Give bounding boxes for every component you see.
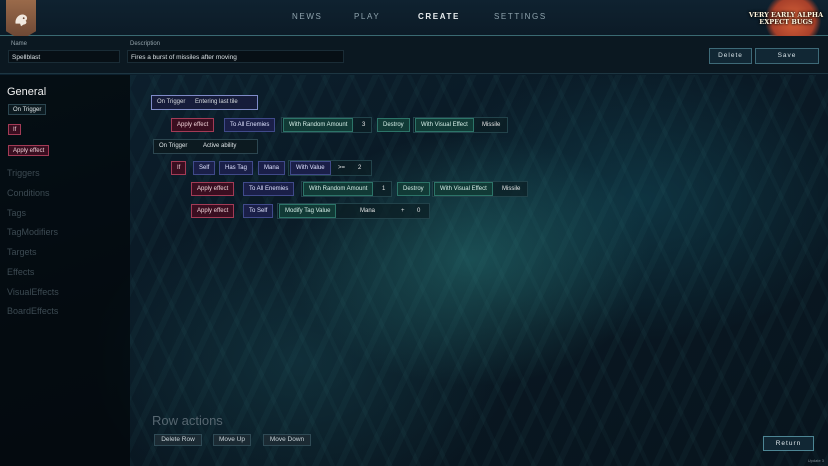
sidebar-chip-if[interactable]: If — [8, 124, 22, 135]
sidebar-category-tags[interactable]: Tags — [7, 208, 26, 218]
sidebar-chip-on-trigger[interactable]: On Trigger — [8, 104, 47, 115]
row6-modify-tag-value[interactable]: Modify Tag Value — [279, 204, 337, 218]
row3-trigger-label: On Trigger — [159, 143, 188, 149]
sidebar-category-effects[interactable]: Effects — [7, 267, 34, 277]
nav-create[interactable]: CREATE — [418, 12, 460, 21]
row2-destroy[interactable]: Destroy — [377, 118, 410, 132]
sidebar-category-tagmodifiers[interactable]: TagModifiers — [7, 227, 58, 237]
top-nav-bar: NEWS PLAY CREATE SETTINGS VERY EARLY ALP… — [0, 0, 828, 44]
row2-random-amount[interactable]: With Random Amount — [283, 118, 354, 132]
card-meta-panel — [0, 36, 828, 74]
description-field[interactable]: Fires a burst of missiles after moving — [127, 50, 344, 63]
move-down-button[interactable]: Move Down — [263, 434, 311, 446]
row5-apply-effect[interactable]: Apply effect — [191, 182, 235, 196]
row4-tag-mana[interactable]: Mana — [258, 161, 286, 175]
row6-target-self[interactable]: To Self — [243, 204, 274, 218]
row4-with-value[interactable]: With Value — [290, 161, 331, 175]
name-field[interactable]: Spellblast — [8, 50, 120, 63]
row4-has-tag[interactable]: Has Tag — [219, 161, 253, 175]
row5-amount-value[interactable]: 1 — [382, 183, 385, 195]
sidebar-category-boardeffects[interactable]: BoardEffects — [7, 306, 58, 316]
sidebar-category-conditions[interactable]: Conditions — [7, 188, 50, 198]
delete-row-button[interactable]: Delete Row — [154, 434, 202, 446]
update-version-label: Update 3 — [807, 458, 824, 463]
row4-operator[interactable]: >= — [338, 162, 345, 174]
row6-amount-value[interactable]: 0 — [417, 205, 420, 217]
name-label: Name — [11, 41, 28, 47]
sidebar-chip-apply-effect[interactable]: Apply effect — [8, 145, 50, 156]
nav-settings[interactable]: SETTINGS — [494, 12, 547, 21]
row5-visual-value[interactable]: Missile — [502, 183, 520, 195]
sidebar-category-triggers[interactable]: Triggers — [7, 168, 40, 178]
alpha-line-2: EXPECT BUGS — [759, 18, 813, 26]
sidebar-heading: General — [7, 86, 47, 98]
row2-target-all-enemies[interactable]: To All Enemies — [224, 118, 276, 132]
row2-amount-value[interactable]: 3 — [362, 119, 365, 131]
sidebar-category-targets[interactable]: Targets — [7, 247, 37, 257]
alpha-banner-text: VERY EARLY ALPHA EXPECT BUGS — [746, 12, 826, 26]
move-up-button[interactable]: Move Up — [213, 434, 251, 446]
row2-visual-value[interactable]: Missile — [482, 119, 500, 131]
row6-operator[interactable]: + — [401, 205, 405, 217]
row5-random-amount[interactable]: With Random Amount — [303, 182, 374, 196]
row4-amount-value[interactable]: 2 — [358, 162, 361, 174]
delete-button[interactable]: Delete — [709, 48, 752, 64]
row-actions-title: Row actions — [152, 413, 223, 428]
row5-destroy[interactable]: Destroy — [397, 182, 430, 196]
nav-news[interactable]: NEWS — [292, 12, 322, 21]
return-button[interactable]: Return — [763, 436, 814, 451]
save-button[interactable]: Save — [755, 48, 819, 64]
description-label: Description — [130, 41, 161, 47]
background-fern — [130, 75, 828, 466]
row5-target-all-enemies[interactable]: To All Enemies — [243, 182, 295, 196]
row1-trigger-block[interactable]: On Trigger Entering last tile — [151, 95, 258, 110]
sidebar-category-visualeffects[interactable]: VisualEffects — [7, 287, 59, 297]
component-sidebar: General On Trigger If Apply effect Trigg… — [0, 75, 130, 466]
row1-trigger-value: Entering last tile — [195, 99, 238, 105]
row2-apply-effect[interactable]: Apply effect — [171, 118, 215, 132]
row2-visual-effect[interactable]: With Visual Effect — [415, 118, 474, 132]
row5-visual-effect[interactable]: With Visual Effect — [434, 182, 493, 196]
row3-trigger-value: Active ability — [203, 143, 237, 149]
row1-trigger-label: On Trigger — [157, 99, 186, 105]
row4-if[interactable]: If — [171, 161, 187, 175]
main-nav: NEWS PLAY CREATE SETTINGS — [0, 12, 828, 26]
row6-apply-effect[interactable]: Apply effect — [191, 204, 235, 218]
row3-trigger-block[interactable]: On Trigger Active ability — [153, 139, 258, 154]
row4-self[interactable]: Self — [193, 161, 216, 175]
nav-play[interactable]: PLAY — [354, 12, 380, 21]
row6-tag-value[interactable]: Mana — [360, 205, 375, 217]
